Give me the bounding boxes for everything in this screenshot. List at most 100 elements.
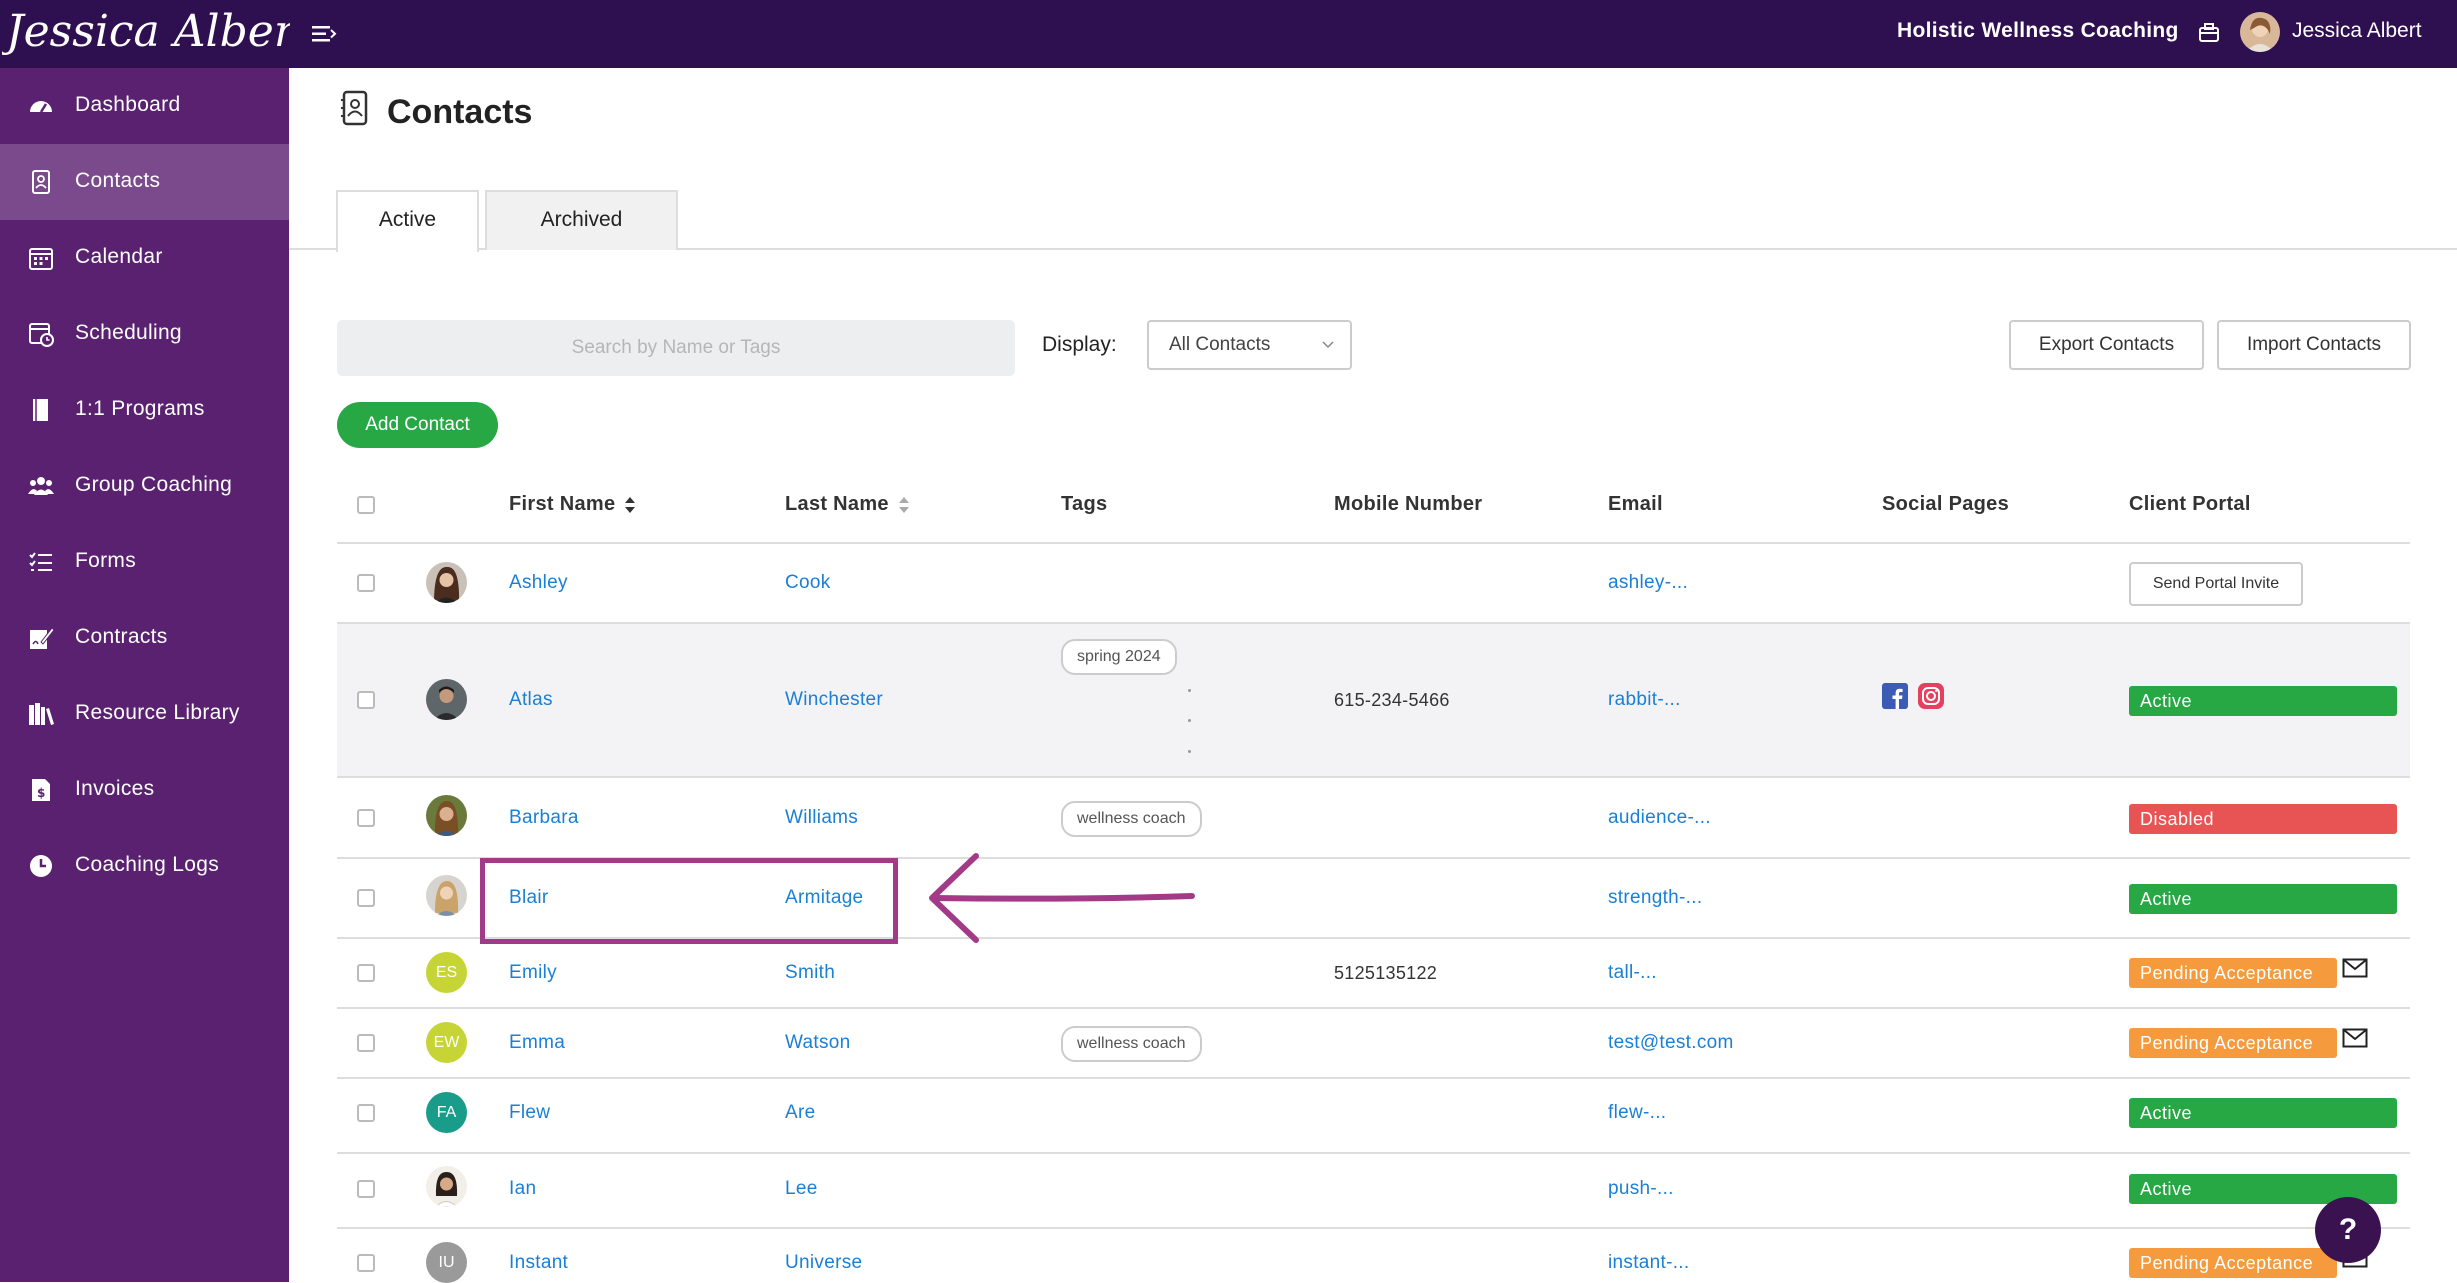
email-link[interactable]: instant-... [1608,1252,1689,1274]
avatar: EW [426,1022,467,1063]
last-name-link[interactable]: Winchester [785,689,883,711]
avatar [426,795,467,836]
sidebar-item-forms[interactable]: Forms [0,524,289,600]
sort-icon[interactable] [897,495,911,515]
column-header-label: First Name [509,493,616,515]
tag-chip[interactable]: spring 2024 [1061,639,1177,675]
email-link[interactable]: flew-... [1608,1102,1666,1124]
row-checkbox[interactable] [357,1034,375,1052]
sort-icon[interactable] [623,495,637,515]
select-all-checkbox[interactable] [357,496,375,514]
user-name[interactable]: Jessica Albert [2292,19,2422,43]
library-icon [27,700,55,728]
first-name-link[interactable]: Emily [509,962,557,984]
tag-chip[interactable]: wellness coach [1061,1026,1202,1062]
more-tags-dot [1188,750,1191,753]
business-name[interactable]: Holistic Wellness Coaching [1897,19,2179,43]
column-header-label: Last Name [785,493,889,515]
book-icon [27,396,55,424]
column-header-tags: Tags [1061,493,1108,515]
first-name-link[interactable]: Instant [509,1252,568,1274]
row-checkbox[interactable] [357,1254,375,1272]
email-link[interactable]: audience-... [1608,807,1711,829]
instagram-icon[interactable] [1918,683,1944,709]
contract-icon [27,624,55,652]
row-divider [337,1152,2410,1154]
row-checkbox[interactable] [357,809,375,827]
send-portal-invite-button[interactable]: Send Portal Invite [2129,562,2303,606]
first-name-link[interactable]: Barbara [509,807,579,829]
sidebar-item-label: Dashboard [75,93,181,116]
logo[interactable]: Jessica Albert [0,2,313,66]
facebook-icon[interactable] [1882,683,1908,709]
last-name-link[interactable]: Williams [785,807,858,829]
page-title: Contacts [387,93,533,131]
sidebar-item-label: Coaching Logs [75,853,219,876]
email-link[interactable]: push-... [1608,1178,1674,1200]
highlight-box [480,858,898,944]
row-checkbox[interactable] [357,1104,375,1122]
sidebar-item-programs[interactable]: 1:1 Programs [0,372,289,448]
briefcase-icon[interactable] [2198,22,2220,44]
tab-archived[interactable]: Archived [485,190,678,250]
sidebar-item-calendar[interactable]: Calendar [0,220,289,296]
sidebar-item-group-coaching[interactable]: Group Coaching [0,448,289,524]
add-contact-button[interactable]: Add Contact [337,402,498,448]
row-checkbox[interactable] [357,1180,375,1198]
avatar [426,562,467,603]
column-header-last-name[interactable]: Last Name [785,493,911,516]
sidebar-item-contacts[interactable]: Contacts [0,144,289,220]
sidebar-item-dashboard[interactable]: Dashboard [0,68,289,144]
import-contacts-button[interactable]: Import Contacts [2217,320,2411,370]
first-name-link[interactable]: Atlas [509,689,553,711]
export-contacts-button[interactable]: Export Contacts [2009,320,2204,370]
sidebar-item-label: 1:1 Programs [75,397,205,420]
email-link[interactable]: ashley-... [1608,572,1688,594]
email-link[interactable]: strength-... [1608,887,1702,909]
row-checkbox[interactable] [357,964,375,982]
more-tags-dot [1188,689,1191,692]
sidebar-item-contracts[interactable]: Contracts [0,600,289,676]
status-badge: Active [2129,686,2397,716]
menu-toggle-icon[interactable] [308,20,338,48]
sidebar-item-resource-library[interactable]: Resource Library [0,676,289,752]
first-name-link[interactable]: Emma [509,1032,565,1054]
row-checkbox[interactable] [357,691,375,709]
column-header-mobile: Mobile Number [1334,493,1483,515]
more-tags-dot [1188,719,1191,722]
status-badge: Pending Acceptance [2129,1248,2337,1278]
tag-chip[interactable]: wellness coach [1061,801,1202,837]
row-checkbox[interactable] [357,574,375,592]
last-name-link[interactable]: Cook [785,572,831,594]
sidebar-item-coaching-logs[interactable]: Coaching Logs [0,828,289,904]
row-checkbox[interactable] [357,889,375,907]
tab-active[interactable]: Active [336,190,479,252]
sidebar-item-scheduling[interactable]: Scheduling [0,296,289,372]
user-avatar[interactable] [2240,12,2280,52]
email-link[interactable]: test@test.com [1608,1032,1734,1054]
last-name-link[interactable]: Smith [785,962,835,984]
search-input[interactable] [337,320,1015,376]
mail-icon[interactable] [2342,958,2368,978]
last-name-link[interactable]: Lee [785,1178,818,1200]
display-label: Display: [1042,333,1117,356]
first-name-link[interactable]: Flew [509,1102,550,1124]
avatar [426,679,467,720]
last-name-link[interactable]: Are [785,1102,815,1124]
email-link[interactable]: rabbit-... [1608,689,1681,711]
column-header-first-name[interactable]: First Name [509,493,637,516]
help-button[interactable]: ? [2315,1197,2381,1263]
last-name-link[interactable]: Universe [785,1252,862,1274]
mail-icon[interactable] [2342,1028,2368,1048]
email-link[interactable]: tall-... [1608,962,1657,984]
first-name-link[interactable]: Ian [509,1178,536,1200]
display-select[interactable]: All Contacts [1147,320,1352,370]
sidebar-item-invoices[interactable]: $ Invoices [0,752,289,828]
scheduling-icon [27,320,55,348]
column-header-social: Social Pages [1882,493,2009,515]
first-name-link[interactable]: Ashley [509,572,568,594]
avatar: FA [426,1092,467,1133]
sidebar-item-label: Group Coaching [75,473,233,496]
last-name-link[interactable]: Watson [785,1032,851,1054]
clock-icon [27,852,55,880]
